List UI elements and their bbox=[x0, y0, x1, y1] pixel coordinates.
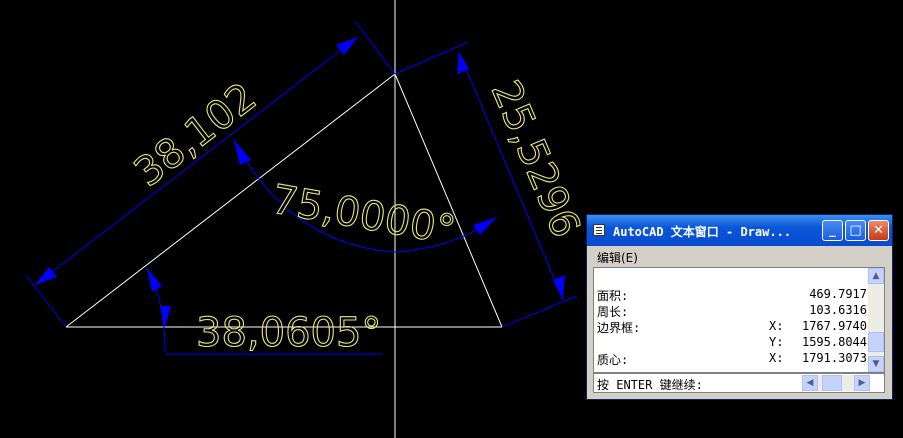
dimension-text-top: 38,102 bbox=[126, 74, 265, 196]
arrowhead bbox=[147, 268, 162, 292]
chevron-right-icon: ▶ bbox=[858, 378, 866, 388]
chevron-down-icon: ▼ bbox=[872, 359, 880, 369]
history-line: Y: 1595.8044 bbox=[769, 335, 867, 349]
window-menu-icon[interactable] bbox=[593, 224, 605, 236]
scroll-thumb[interactable] bbox=[868, 332, 884, 352]
autocad-text-window[interactable]: AutoCAD 文本窗口 - Draw... _ □ ✕ 编辑(E) 面积: 4… bbox=[586, 214, 893, 400]
minimize-button[interactable]: _ bbox=[822, 220, 843, 241]
scroll-left-button[interactable]: ◀ bbox=[802, 375, 818, 391]
dimension-text-angle-75: 75,0000° bbox=[268, 177, 459, 254]
arrowhead bbox=[160, 306, 171, 327]
scroll-up-button[interactable]: ▲ bbox=[868, 268, 884, 284]
history-line: 质心: X: 1791.3073 bbox=[597, 351, 867, 367]
dimension-text-right: 25,5296 bbox=[482, 74, 589, 244]
close-button[interactable]: ✕ bbox=[868, 220, 889, 241]
scroll-down-button[interactable]: ▼ bbox=[868, 356, 884, 372]
command-prompt: 按 ENTER 键继续: bbox=[597, 378, 703, 392]
chevron-up-icon: ▲ bbox=[872, 271, 880, 281]
dimension-38-102[interactable] bbox=[25, 20, 396, 328]
text-history[interactable]: 面积: 469.7917 周长: 103.6316 边界框: X: 1767.9… bbox=[593, 267, 885, 373]
horizontal-scroll-thumb[interactable] bbox=[822, 375, 842, 391]
history-line: 周长: 103.6316 bbox=[597, 303, 867, 319]
arrowhead bbox=[234, 140, 251, 165]
arrowhead bbox=[35, 267, 57, 285]
dimension-text-angle-38: 38,0605° bbox=[196, 310, 381, 356]
maximize-icon: □ bbox=[849, 223, 862, 238]
command-line[interactable]: 按 ENTER 键继续: ◀ ▶ bbox=[593, 373, 885, 393]
history-line: 边界框: X: 1767.9740 bbox=[597, 319, 867, 335]
arrowhead bbox=[473, 217, 497, 235]
chevron-left-icon: ◀ bbox=[806, 378, 814, 388]
vertical-scrollbar[interactable]: ▲ ▼ bbox=[868, 268, 884, 372]
history-line: 面积: 469.7917 bbox=[597, 287, 867, 303]
arrowhead bbox=[553, 275, 565, 300]
close-icon: ✕ bbox=[873, 223, 884, 238]
maximize-button[interactable]: □ bbox=[845, 220, 866, 241]
minimize-icon: _ bbox=[829, 223, 836, 238]
scroll-right-button[interactable]: ▶ bbox=[854, 375, 870, 391]
history-lines: 面积: 469.7917 周长: 103.6316 边界框: X: 1767.9… bbox=[597, 287, 867, 367]
horizontal-scrollbar[interactable]: ◀ ▶ bbox=[802, 375, 870, 391]
window-title: AutoCAD 文本窗口 - Draw... bbox=[613, 225, 792, 239]
arrowhead bbox=[336, 37, 358, 55]
menu-bar: 编辑(E) bbox=[591, 246, 888, 266]
title-bar[interactable]: AutoCAD 文本窗口 - Draw... _ □ ✕ bbox=[587, 215, 892, 246]
menu-edit[interactable]: 编辑(E) bbox=[597, 249, 638, 266]
